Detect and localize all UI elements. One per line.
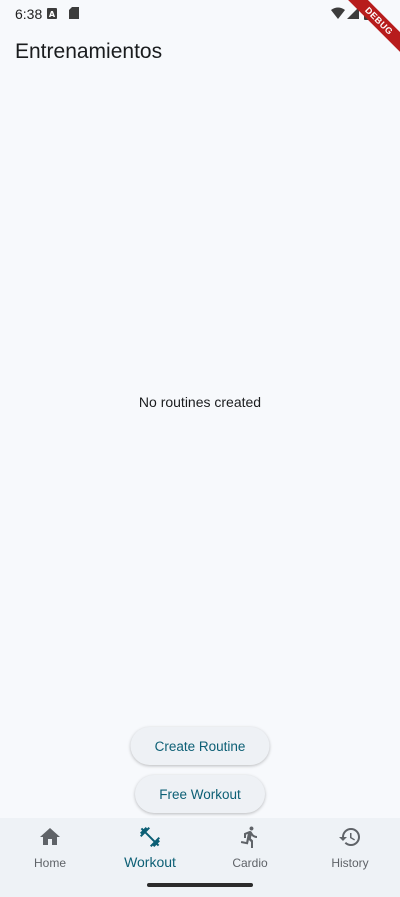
free-workout-button[interactable]: Free Workout bbox=[135, 775, 265, 813]
nav-label-home: Home bbox=[33, 856, 66, 870]
empty-state-text: No routines created bbox=[138, 394, 262, 410]
nav-label-cardio: Cardio bbox=[232, 856, 268, 870]
running-icon bbox=[240, 826, 257, 848]
status-time: 6:38 bbox=[15, 6, 43, 22]
create-routine-button[interactable]: Create Routine bbox=[130, 727, 270, 765]
a-icon: A bbox=[47, 8, 57, 19]
sd-card-icon bbox=[69, 7, 79, 19]
nav-label-history: History bbox=[331, 856, 369, 870]
nav-item-home[interactable]: Home bbox=[0, 818, 100, 897]
nav-item-history[interactable]: History bbox=[300, 818, 400, 897]
page-title: Entrenamientos bbox=[15, 40, 163, 63]
wifi-icon bbox=[331, 7, 345, 19]
svg-text:A: A bbox=[49, 10, 56, 19]
home-indicator[interactable] bbox=[147, 883, 253, 887]
nav-label-workout: Workout bbox=[124, 854, 176, 870]
history-icon bbox=[339, 828, 360, 846]
home-icon bbox=[40, 828, 60, 845]
dumbbell-icon bbox=[140, 827, 160, 847]
status-bar: 6:38 A bbox=[0, 0, 400, 28]
screen: 6:38 A DEBUG Entrenamientos No routines … bbox=[0, 0, 400, 897]
